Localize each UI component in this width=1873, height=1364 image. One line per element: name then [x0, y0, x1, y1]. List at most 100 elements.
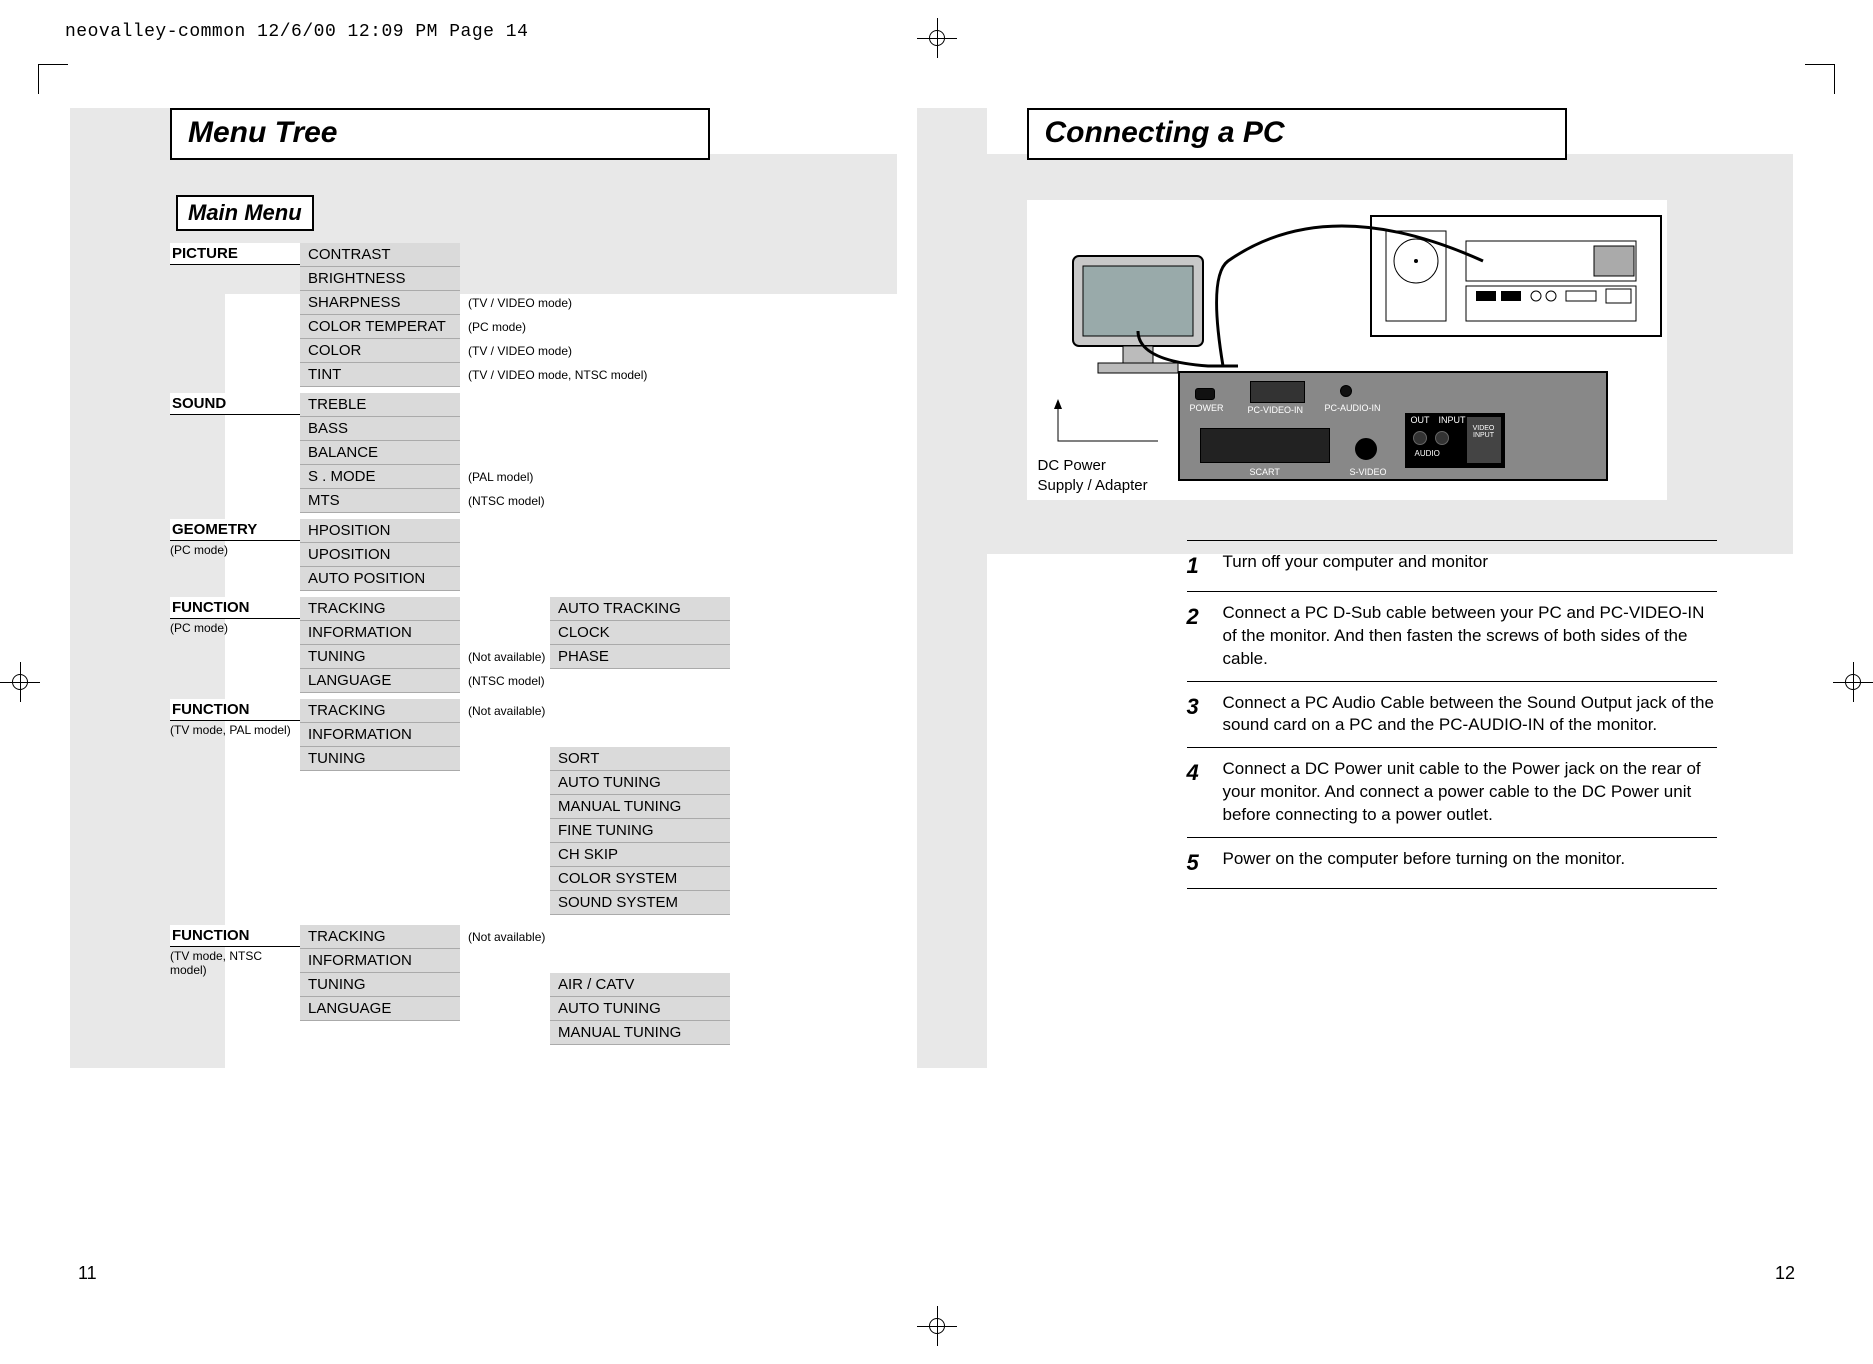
- menu-item: TINT: [300, 363, 460, 387]
- menu-item: COLOR: [300, 339, 460, 363]
- menu-item: TRACKING: [300, 925, 460, 949]
- page-left: Menu Tree Main Menu PICTURECONTRASTBRIGH…: [70, 80, 917, 1284]
- menu-item: HPOSITION: [300, 519, 460, 543]
- menu-subitem: FINE TUNING: [550, 819, 730, 843]
- menu-root-note: (PC mode): [170, 619, 300, 635]
- menu-item: TUNING: [300, 973, 460, 997]
- step-row: 1Turn off your computer and monitor: [1187, 540, 1717, 592]
- page-number-left: 11: [78, 1263, 97, 1284]
- step-number: 5: [1187, 848, 1223, 878]
- menu-root: SOUND: [170, 393, 300, 415]
- menu-root-note: (TV mode, NTSC model): [170, 947, 300, 977]
- step-text: Power on the computer before turning on …: [1223, 848, 1717, 878]
- menu-item-note: (PAL model): [468, 470, 533, 484]
- menu-item: SHARPNESS: [300, 291, 460, 315]
- menu-item: INFORMATION: [300, 723, 460, 747]
- menu-item-note: (Not available): [468, 930, 545, 944]
- menu-root: FUNCTION: [170, 699, 300, 721]
- page-title-right: Connecting a PC: [1027, 108, 1567, 160]
- menu-item-note: (Not available): [468, 704, 545, 718]
- menu-item: UPOSITION: [300, 543, 460, 567]
- menu-subitem: CH SKIP: [550, 843, 730, 867]
- menu-item: INFORMATION: [300, 621, 460, 645]
- step-number: 1: [1187, 551, 1223, 581]
- panel-label-audio: AUDIO: [1415, 449, 1440, 458]
- menu-item: MTS: [300, 489, 460, 513]
- menu-item: LANGUAGE: [300, 997, 460, 1021]
- panel-label-power: POWER: [1190, 403, 1224, 413]
- main-menu-label: Main Menu: [176, 195, 314, 231]
- menu-item: LANGUAGE: [300, 669, 460, 693]
- menu-subitem: CLOCK: [550, 621, 730, 645]
- menu-item: TREBLE: [300, 393, 460, 417]
- menu-subitem: AIR / CATV: [550, 973, 730, 997]
- panel-label-pcvideo: PC-VIDEO-IN: [1248, 405, 1304, 415]
- menu-subitem: AUTO TUNING: [550, 997, 730, 1021]
- step-row: 2Connect a PC D-Sub cable between your P…: [1187, 592, 1717, 682]
- panel-label-videoinput: VIDEO INPUT: [1467, 417, 1501, 463]
- step-number: 4: [1187, 758, 1223, 827]
- menu-root: FUNCTION: [170, 925, 300, 947]
- menu-root: FUNCTION: [170, 597, 300, 619]
- crop-mark-left: [0, 662, 40, 702]
- menu-root: PICTURE: [170, 243, 300, 265]
- step-text: Connect a PC Audio Cable between the Sou…: [1223, 692, 1717, 738]
- monitor-rear-panel: POWER PC-VIDEO-IN PC-AUDIO-IN SCART S-VI…: [1178, 371, 1608, 481]
- menu-item: COLOR TEMPERAT: [300, 315, 460, 339]
- page-right: Connecting a PC: [917, 80, 1804, 1284]
- step-row: 5Power on the computer before turning on…: [1187, 838, 1717, 889]
- menu-subitem: MANUAL TUNING: [550, 1021, 730, 1045]
- menu-item: TRACKING: [300, 699, 460, 723]
- crop-mark-top: [917, 18, 957, 58]
- step-number: 3: [1187, 692, 1223, 738]
- panel-label-out: OUT: [1411, 415, 1430, 425]
- menu-root-note: (TV mode, PAL model): [170, 721, 300, 737]
- menu-item: INFORMATION: [300, 949, 460, 973]
- menu-item: TUNING: [300, 747, 460, 771]
- page-title-left: Menu Tree: [170, 108, 710, 160]
- menu-item: TRACKING: [300, 597, 460, 621]
- panel-label-scart: SCART: [1250, 467, 1280, 477]
- menu-root-note: (PC mode): [170, 541, 300, 557]
- menu-item-note: (TV / VIDEO mode, NTSC model): [468, 368, 647, 382]
- menu-item: CONTRAST: [300, 243, 460, 267]
- crop-mark-right: [1833, 662, 1873, 702]
- menu-item-note: (NTSC model): [468, 674, 545, 688]
- step-text: Connect a DC Power unit cable to the Pow…: [1223, 758, 1717, 827]
- menu-item-note: (NTSC model): [468, 494, 545, 508]
- panel-label-svideo: S-VIDEO: [1350, 467, 1387, 477]
- step-text: Turn off your computer and monitor: [1223, 551, 1717, 581]
- corner-mark-tl: [38, 64, 68, 94]
- crop-mark-bottom: [917, 1306, 957, 1346]
- connection-diagram: POWER PC-VIDEO-IN PC-AUDIO-IN SCART S-VI…: [1027, 200, 1667, 500]
- step-text: Connect a PC D-Sub cable between your PC…: [1223, 602, 1717, 671]
- step-row: 3Connect a PC Audio Cable between the So…: [1187, 682, 1717, 749]
- menu-subitem: AUTO TRACKING: [550, 597, 730, 621]
- panel-label-input: INPUT: [1439, 415, 1466, 425]
- panel-label-pcaudio: PC-AUDIO-IN: [1325, 403, 1381, 413]
- menu-subitem: COLOR SYSTEM: [550, 867, 730, 891]
- menu-subitem: PHASE: [550, 645, 730, 669]
- dc-power-label: DC Power Supply / Adapter: [1038, 456, 1148, 495]
- step-row: 4Connect a DC Power unit cable to the Po…: [1187, 748, 1717, 838]
- print-job-header: neovalley-common 12/6/00 12:09 PM Page 1…: [65, 22, 528, 42]
- corner-mark-tr: [1805, 64, 1835, 94]
- step-number: 2: [1187, 602, 1223, 671]
- menu-item: AUTO POSITION: [300, 567, 460, 591]
- dc-power-label-line1: DC Power: [1038, 457, 1106, 474]
- menu-subitem: SORT: [550, 747, 730, 771]
- menu-item: S . MODE: [300, 465, 460, 489]
- menu-tree: PICTURECONTRASTBRIGHTNESSSHARPNESS (TV / …: [170, 243, 907, 1021]
- menu-subitem: SOUND SYSTEM: [550, 891, 730, 915]
- menu-subitem: MANUAL TUNING: [550, 795, 730, 819]
- dc-power-label-line2: Supply / Adapter: [1038, 477, 1148, 494]
- menu-item: BRIGHTNESS: [300, 267, 460, 291]
- menu-subitem: AUTO TUNING: [550, 771, 730, 795]
- menu-item: BASS: [300, 417, 460, 441]
- menu-root: GEOMETRY: [170, 519, 300, 541]
- menu-item-note: (TV / VIDEO mode): [468, 344, 572, 358]
- menu-item-note: (TV / VIDEO mode): [468, 296, 572, 310]
- menu-item-note: (PC mode): [468, 320, 526, 334]
- menu-item: TUNING: [300, 645, 460, 669]
- menu-item-note: (Not available): [468, 650, 545, 664]
